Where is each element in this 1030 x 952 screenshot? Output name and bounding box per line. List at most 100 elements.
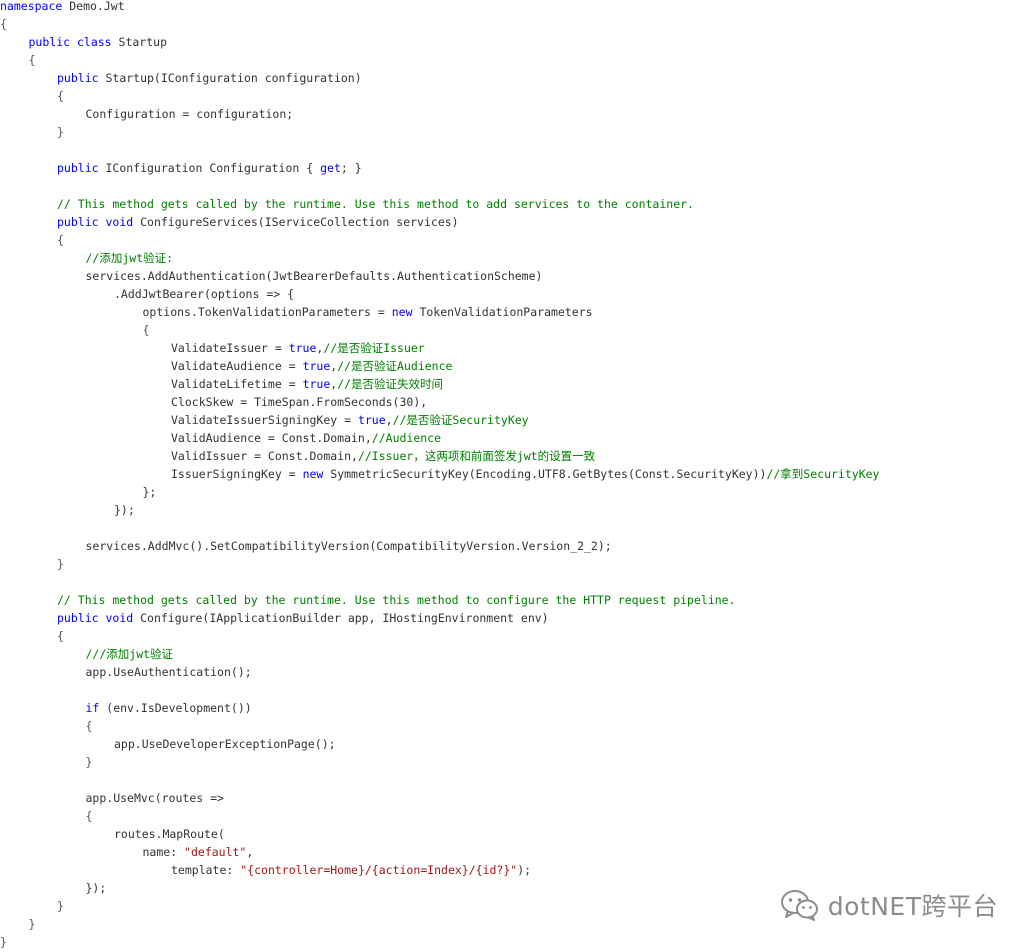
code-token: get	[320, 161, 341, 175]
code-line: }	[0, 123, 1030, 141]
code-line: app.UseDeveloperExceptionPage();	[0, 735, 1030, 753]
code-token: }	[28, 917, 36, 931]
code-token: ValidateLifetime =	[171, 377, 303, 391]
code-line: {	[0, 15, 1030, 33]
code-token: // This method gets called by the runtim…	[57, 197, 694, 211]
code-line: }	[0, 753, 1030, 771]
code-token: true	[302, 377, 331, 391]
code-token: ,	[385, 413, 393, 427]
code-token: true	[288, 341, 317, 355]
code-line: ValidateLifetime = true,//是否验证失效时间	[0, 375, 1030, 393]
code-line: public void ConfigureServices(IServiceCo…	[0, 213, 1030, 231]
code-line: public IConfiguration Configuration { ge…	[0, 159, 1030, 177]
code-token: IConfiguration Configuration {	[98, 161, 321, 175]
code-line: {	[0, 87, 1030, 105]
code-token: //Audience	[371, 431, 442, 445]
code-line: app.UseMvc(routes =>	[0, 789, 1030, 807]
code-token: true	[357, 413, 386, 427]
code-token: public	[28, 35, 71, 49]
code-token: namespace	[0, 0, 63, 13]
code-token: //是否验证Issuer	[323, 341, 425, 355]
code-line: };	[0, 483, 1030, 501]
code-line: if (env.IsDevelopment())	[0, 699, 1030, 717]
code-token: {	[142, 323, 150, 337]
code-token: public	[57, 611, 99, 625]
code-token: new	[391, 305, 413, 319]
code-token: template:	[171, 863, 241, 877]
code-token: {	[57, 233, 64, 247]
code-token: ValidateIssuerSigningKey =	[171, 413, 358, 427]
code-token: //是否验证Audience	[337, 359, 453, 373]
code-token: //添加jwt验证:	[85, 251, 174, 265]
code-token: options.TokenValidationParameters =	[142, 305, 392, 319]
code-token: Startup(IConfiguration configuration)	[98, 71, 362, 85]
code-line: ClockSkew = TimeSpan.FromSeconds(30),	[0, 393, 1030, 411]
code-line: ValidateIssuer = true,//是否验证Issuer	[0, 339, 1030, 357]
wechat-icon	[780, 888, 820, 922]
code-token: Configure(IApplicationBuilder app, IHost…	[133, 611, 549, 625]
code-token: {	[57, 89, 64, 103]
code-token: ClockSkew = TimeSpan.FromSeconds(30),	[171, 395, 428, 409]
code-token: true	[302, 359, 331, 373]
code-token: ValidateAudience =	[171, 359, 303, 373]
code-token: TokenValidationParameters	[412, 305, 593, 319]
code-line: options.TokenValidationParameters = new …	[0, 303, 1030, 321]
code-token: if	[85, 701, 100, 715]
code-line: });	[0, 501, 1030, 519]
code-line: {	[0, 321, 1030, 339]
code-token: //拿到SecurityKey	[766, 467, 880, 481]
code-token: }	[57, 899, 64, 913]
code-line: ///添加jwt验证	[0, 645, 1030, 663]
code-token: //是否验证SecurityKey	[392, 413, 529, 427]
code-line: template: "{controller=Home}/{action=Ind…	[0, 861, 1030, 879]
code-line: public void Configure(IApplicationBuilde…	[0, 609, 1030, 627]
code-token: });	[85, 881, 107, 895]
code-token: routes.MapRoute(	[114, 827, 225, 841]
code-token: ; }	[340, 161, 362, 175]
code-token: {	[28, 53, 36, 67]
code-line: name: "default",	[0, 843, 1030, 861]
code-token: //是否验证失效时间	[337, 377, 444, 391]
code-line: Configuration = configuration;	[0, 105, 1030, 123]
code-token: );	[517, 863, 532, 877]
code-token: void	[105, 611, 134, 625]
code-block: namespace Demo.Jwt { public class Startup {…	[0, 0, 1030, 952]
code-token: "{controller=Home}/{action=Index}/{id?}"	[240, 863, 518, 877]
code-line: services.AddAuthentication(JwtBearerDefa…	[0, 267, 1030, 285]
code-line: {	[0, 717, 1030, 735]
code-token: });	[114, 503, 135, 517]
code-token: public	[57, 161, 99, 175]
code-token: };	[142, 485, 157, 499]
code-line: {	[0, 231, 1030, 249]
watermark-text: dotNET跨平台	[827, 892, 998, 921]
code-token: (env.IsDevelopment())	[99, 701, 252, 715]
code-line: public class Startup	[0, 33, 1030, 51]
code-token: Configuration = configuration;	[85, 107, 294, 121]
code-token: {	[0, 17, 7, 31]
code-token: IssuerSigningKey =	[171, 467, 303, 481]
code-line: ValidateAudience = true,//是否验证Audience	[0, 357, 1030, 375]
code-token: {	[85, 719, 93, 733]
code-line: ValidateIssuerSigningKey = true,//是否验证Se…	[0, 411, 1030, 429]
code-line: services.AddMvc().SetCompatibilityVersio…	[0, 537, 1030, 555]
code-token: // This method gets called by the runtim…	[57, 593, 736, 607]
code-token: services.AddAuthentication(JwtBearerDefa…	[85, 269, 543, 283]
code-line: IssuerSigningKey = new SymmetricSecurity…	[0, 465, 1030, 483]
code-token: Demo.Jwt	[62, 0, 125, 13]
code-line: // This method gets called by the runtim…	[0, 195, 1030, 213]
code-line: routes.MapRoute(	[0, 825, 1030, 843]
code-token: ValidIssuer = Const.Domain,	[171, 449, 358, 463]
code-line: {	[0, 627, 1030, 645]
code-token: "default"	[184, 845, 247, 859]
code-line: ValidAudience = Const.Domain,//Audience	[0, 429, 1030, 447]
code-line: {	[0, 51, 1030, 69]
code-line: ValidIssuer = Const.Domain,//Issuer，这两项和…	[0, 447, 1030, 465]
code-token: app.UseDeveloperExceptionPage();	[114, 737, 336, 751]
code-token: void	[105, 215, 134, 229]
